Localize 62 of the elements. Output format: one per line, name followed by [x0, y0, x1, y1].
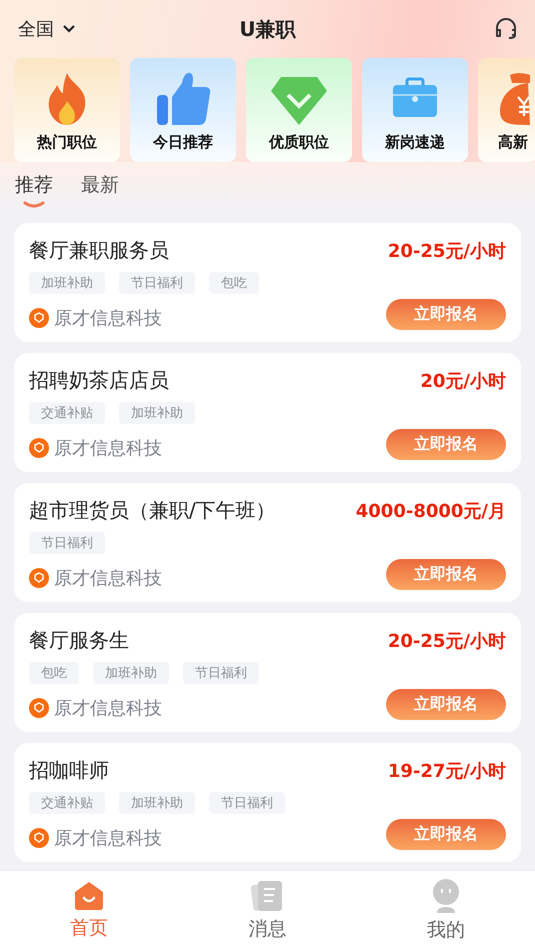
category-card[interactable]: 新岗速递: [362, 58, 468, 162]
diamond-check-icon: [271, 75, 327, 127]
job-card[interactable]: 招咖啡师 19-27元/小时 交通补贴 加班补助 节日福利 原才信息科技 立即报名: [14, 743, 521, 862]
tab[interactable]: 最新: [81, 172, 119, 198]
company-logo-icon: [29, 698, 49, 718]
job-tag: 交通补贴: [29, 402, 105, 424]
nav-label[interactable]: 我的: [426, 917, 465, 943]
chevron-down-icon[interactable]: [62, 24, 76, 34]
company-name: 原才信息科技: [54, 567, 162, 590]
job-title: 超市理货员（兼职/下午班）: [29, 497, 276, 524]
job-tag: 加班补助: [119, 792, 195, 814]
company-logo-icon: [29, 308, 49, 328]
tab[interactable]: 推荐: [15, 172, 53, 198]
job-card[interactable]: 餐厅兼职服务员 20-25元/小时 加班补助 节日福利 包吃 原才信息科技 立即报名: [14, 223, 521, 342]
salary: 4000-8000元/月: [356, 500, 506, 522]
category-card[interactable]: 热门职位: [14, 58, 120, 162]
job-tag: 包吃: [209, 272, 259, 294]
job-title: 餐厅服务生: [29, 627, 129, 654]
app-title: U兼职: [239, 16, 296, 42]
company-name: 原才信息科技: [54, 307, 162, 330]
job-title: 招聘奶茶店店员: [29, 367, 169, 394]
job-tag: 节日福利: [209, 792, 285, 814]
job-tag: 节日福利: [183, 662, 259, 684]
document-icon[interactable]: [251, 880, 284, 912]
company-name: 原才信息科技: [54, 697, 162, 720]
headset-icon[interactable]: [494, 17, 518, 41]
job-tag: 加班补助: [29, 272, 105, 294]
salary: 20-25元/小时: [388, 240, 506, 262]
company-name: 原才信息科技: [54, 827, 162, 850]
job-tag: 加班补助: [93, 662, 169, 684]
category-card[interactable]: 高新: [478, 58, 535, 162]
job-tag: 节日福利: [119, 272, 195, 294]
money-bag-icon: [498, 71, 530, 127]
job-tag: 节日福利: [29, 532, 105, 554]
category-label: 今日推荐: [153, 133, 213, 152]
job-tag: 交通补贴: [29, 792, 105, 814]
thumbs-up-icon: [155, 71, 211, 127]
job-tag: 加班补助: [119, 402, 195, 424]
company-logo-icon: [29, 568, 49, 588]
tab-indicator-icon: [23, 201, 45, 208]
job-card[interactable]: 超市理货员（兼职/下午班） 4000-8000元/月 节日福利 原才信息科技 立即报名: [14, 483, 521, 602]
salary: 20-25元/小时: [388, 630, 506, 652]
avatar-icon[interactable]: [432, 879, 460, 913]
category-label: 新岗速递: [385, 133, 445, 152]
home-icon[interactable]: [74, 881, 104, 911]
category-card[interactable]: 优质职位: [246, 58, 352, 162]
salary: 20元/小时: [420, 370, 506, 392]
nav-label[interactable]: 消息: [248, 916, 286, 942]
location-label[interactable]: 全国: [18, 17, 54, 41]
salary: 19-27元/小时: [388, 760, 506, 782]
company-logo-icon: [29, 438, 49, 458]
company-name: 原才信息科技: [54, 437, 162, 460]
category-label: 热门职位: [37, 133, 97, 152]
job-title: 招咖啡师: [29, 757, 109, 784]
category-label: 高新: [498, 133, 528, 152]
company-logo-icon: [29, 828, 49, 848]
job-tag: 包吃: [29, 662, 79, 684]
category-card[interactable]: 今日推荐: [130, 58, 236, 162]
job-card[interactable]: 招聘奶茶店店员 20元/小时 交通补贴 加班补助 原才信息科技 立即报名: [14, 353, 521, 472]
job-card[interactable]: 餐厅服务生 20-25元/小时 包吃 加班补助 节日福利 原才信息科技 立即报名: [14, 613, 521, 732]
job-title: 餐厅兼职服务员: [29, 237, 169, 264]
category-label: 优质职位: [269, 133, 329, 152]
